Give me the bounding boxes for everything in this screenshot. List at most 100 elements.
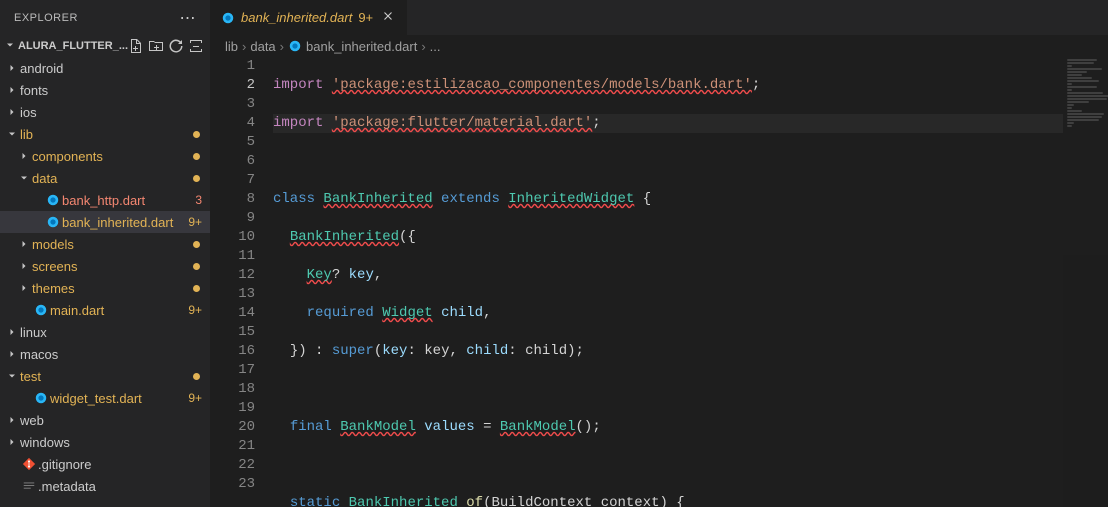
dart-file-icon [44, 215, 62, 229]
dart-file-icon [44, 193, 62, 207]
dart-file-icon [32, 303, 50, 317]
metadata-icon [20, 479, 38, 493]
chevron-right-icon [4, 326, 20, 338]
file-item[interactable]: main.dart9+ [0, 299, 210, 321]
code-editor[interactable]: import 'package:estilizacao_componentes/… [273, 57, 1063, 507]
item-label: themes [32, 281, 193, 296]
chevron-right-icon [4, 348, 20, 360]
chevron-right-icon [16, 282, 32, 294]
item-label: .gitignore [38, 457, 210, 472]
line-gutter: 123456 789101112 131415161718 1920212223 [211, 57, 273, 507]
modified-dot-icon [193, 241, 200, 248]
folder-item[interactable]: macos [0, 343, 210, 365]
problem-badge: 9+ [188, 303, 202, 317]
project-header[interactable]: ALURA_FLUTTER_... [0, 35, 210, 57]
folder-item[interactable]: components [0, 145, 210, 167]
item-label: android [20, 61, 210, 76]
file-item[interactable]: widget_test.dart9+ [0, 387, 210, 409]
tab-bank-inherited[interactable]: bank_inherited.dart 9+ [211, 0, 408, 35]
modified-dot-icon [193, 153, 200, 160]
item-label: components [32, 149, 193, 164]
git-icon [20, 457, 38, 471]
chevron-right-icon [4, 436, 20, 448]
item-label: lib [20, 127, 193, 142]
problem-badge: 9+ [188, 215, 202, 229]
problem-badge: 3 [195, 193, 202, 207]
chevron-right-icon [4, 106, 20, 118]
chevron-right-icon [4, 84, 20, 96]
refresh-icon[interactable] [168, 38, 184, 54]
modified-dot-icon [193, 285, 200, 292]
item-label: screens [32, 259, 193, 274]
folder-item[interactable]: lib [0, 123, 210, 145]
new-folder-icon[interactable] [148, 38, 164, 54]
chevron-right-icon [16, 150, 32, 162]
item-label: web [20, 413, 210, 428]
folder-item[interactable]: data [0, 167, 210, 189]
chevron-right-icon: › [242, 39, 246, 54]
file-item[interactable]: .metadata [0, 475, 210, 497]
modified-dot-icon [193, 131, 200, 138]
breadcrumb-data[interactable]: data [250, 39, 275, 54]
dart-file-icon [288, 39, 302, 53]
item-label: models [32, 237, 193, 252]
item-label: macos [20, 347, 210, 362]
chevron-right-icon [4, 414, 20, 426]
item-label: bank_http.dart [62, 193, 195, 208]
folder-item[interactable]: linux [0, 321, 210, 343]
breadcrumb-file[interactable]: bank_inherited.dart [306, 39, 417, 54]
breadcrumb-more[interactable]: ... [430, 39, 441, 54]
collapse-icon[interactable] [188, 38, 204, 54]
chevron-right-icon: › [421, 39, 425, 54]
chevron-right-icon [16, 238, 32, 250]
problem-badge: 9+ [188, 391, 202, 405]
folder-item[interactable]: android [0, 57, 210, 79]
folder-item[interactable]: models [0, 233, 210, 255]
explorer-header: EXPLORER ⋯ [0, 0, 210, 35]
modified-dot-icon [193, 263, 200, 270]
item-label: widget_test.dart [50, 391, 188, 406]
file-item[interactable]: .gitignore [0, 453, 210, 475]
item-label: windows [20, 435, 210, 450]
tabs-bar: bank_inherited.dart 9+ [211, 0, 1108, 35]
more-icon[interactable]: ⋯ [180, 8, 197, 28]
item-label: main.dart [50, 303, 188, 318]
item-label: ios [20, 105, 210, 120]
chevron-down-icon [2, 39, 18, 54]
project-name: ALURA_FLUTTER_... [18, 40, 128, 52]
item-label: linux [20, 325, 210, 340]
close-icon[interactable] [379, 7, 397, 28]
chevron-right-icon: › [280, 39, 284, 54]
modified-dot-icon [193, 175, 200, 182]
folder-item[interactable]: screens [0, 255, 210, 277]
folder-item[interactable]: web [0, 409, 210, 431]
chevron-down-icon [4, 370, 20, 382]
folder-item[interactable]: themes [0, 277, 210, 299]
new-file-icon[interactable] [128, 38, 144, 54]
modified-dot-icon [193, 373, 200, 380]
breadcrumb-lib[interactable]: lib [225, 39, 238, 54]
chevron-right-icon [16, 260, 32, 272]
folder-item[interactable]: windows [0, 431, 210, 453]
chevron-right-icon [4, 62, 20, 74]
folder-item[interactable]: fonts [0, 79, 210, 101]
breadcrumb[interactable]: lib › data › bank_inherited.dart › ... [211, 35, 1108, 57]
item-label: bank_inherited.dart [62, 215, 188, 230]
item-label: .metadata [38, 479, 210, 494]
file-tree: android fonts ios lib components data bank_htt… [0, 57, 210, 507]
chevron-down-icon [16, 172, 32, 184]
folder-item[interactable]: test [0, 365, 210, 387]
item-label: data [32, 171, 193, 186]
minimap[interactable] [1063, 57, 1108, 507]
dart-file-icon [221, 11, 235, 25]
chevron-down-icon [4, 128, 20, 140]
folder-item[interactable]: ios [0, 101, 210, 123]
tab-badge: 9+ [358, 10, 373, 25]
file-item[interactable]: bank_http.dart3 [0, 189, 210, 211]
explorer-title: EXPLORER [14, 12, 78, 24]
file-item[interactable]: bank_inherited.dart9+ [0, 211, 210, 233]
tab-name: bank_inherited.dart [241, 10, 352, 25]
item-label: test [20, 369, 193, 384]
item-label: fonts [20, 83, 210, 98]
dart-file-icon [32, 391, 50, 405]
